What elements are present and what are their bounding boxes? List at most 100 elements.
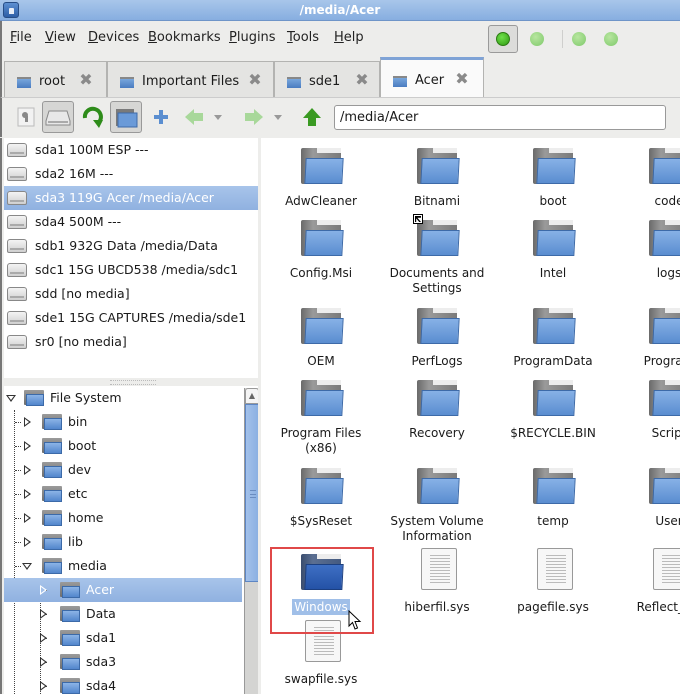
tree-item[interactable]: lib (4, 530, 242, 554)
forward-button[interactable] (238, 101, 270, 133)
file-item[interactable]: pagefile.sys (495, 544, 611, 624)
expand-arrow-icon[interactable] (24, 537, 31, 547)
device-item[interactable]: sda3 119G Acer /media/Acer (4, 186, 260, 210)
tree-item[interactable]: etc (4, 482, 242, 506)
tree-item[interactable]: sda3 (4, 650, 242, 674)
expand-arrow-icon[interactable] (40, 657, 47, 667)
device-item[interactable]: sdc1 15G UBCD538 /media/sdc1 (4, 258, 260, 282)
back-button[interactable] (178, 101, 210, 133)
expand-arrow-icon[interactable] (40, 585, 47, 595)
folder-item[interactable]: Config.Msi (263, 210, 379, 290)
expand-arrow-icon[interactable] (24, 465, 31, 475)
back-history-dropdown[interactable] (208, 101, 228, 133)
collapse-arrow-icon[interactable] (6, 395, 16, 402)
tree-item[interactable]: sda1 (4, 626, 242, 650)
tab-root[interactable]: root ✖ (4, 61, 107, 97)
tab-acer[interactable]: Acer ✖ (380, 57, 484, 97)
pane-splitter[interactable] (4, 378, 260, 386)
device-label: sde1 15G CAPTURES /media/sde1 (35, 310, 247, 325)
green-led-icon (496, 32, 510, 46)
device-item[interactable]: sda4 500M --- (4, 210, 260, 234)
device-item[interactable]: sda2 16M --- (4, 162, 260, 186)
folder-item[interactable]: $SysReset (263, 458, 379, 538)
folder-item[interactable]: Recovery (379, 370, 495, 450)
device-item[interactable]: sdb1 932G Data /media/Data (4, 234, 260, 258)
expand-arrow-icon[interactable] (40, 609, 47, 619)
folder-item[interactable]: code (611, 138, 680, 218)
settings-button[interactable] (10, 101, 42, 133)
folder-item[interactable]: temp (495, 458, 611, 538)
devices-toggle-button[interactable] (42, 101, 74, 133)
tree-item[interactable]: bin (4, 410, 242, 434)
folder-icon (120, 77, 134, 88)
device-item[interactable]: sdd [no media] (4, 282, 260, 306)
folder-item[interactable]: Program (611, 298, 680, 378)
up-button[interactable] (296, 101, 328, 133)
tree-item[interactable]: Acer (4, 578, 242, 602)
device-item[interactable]: sda1 100M ESP --- (4, 138, 260, 162)
collapse-arrow-icon[interactable] (22, 563, 32, 570)
menu-tools[interactable]: Tools (287, 30, 319, 45)
tab-sde1[interactable]: sde1 ✖ (274, 61, 380, 97)
tree-item[interactable]: Data (4, 602, 242, 626)
expand-arrow-icon[interactable] (24, 417, 31, 427)
folder-icon (417, 148, 460, 184)
folder-item[interactable]: ProgramData (495, 298, 611, 378)
folder-item[interactable]: PerfLogs (379, 298, 495, 378)
menu-plugins[interactable]: Plugins (229, 30, 276, 45)
device-item[interactable]: sde1 15G CAPTURES /media/sde1 (4, 306, 260, 330)
scroll-up-button[interactable]: ▲ (245, 388, 259, 404)
menu-devices[interactable]: Devices (88, 30, 139, 45)
folder-item[interactable]: logs (611, 210, 680, 290)
expand-arrow-icon[interactable] (40, 633, 47, 643)
device-item[interactable]: sr0 [no media] (4, 330, 260, 354)
new-tab-button[interactable] (145, 101, 177, 133)
expand-arrow-icon[interactable] (24, 513, 31, 523)
folder-item[interactable]: Intel (495, 210, 611, 290)
green-led-icon[interactable] (604, 32, 618, 46)
close-tab-icon[interactable]: ✖ (79, 72, 93, 88)
folder-item[interactable]: Bitnami (379, 138, 495, 218)
folder-item[interactable]: $RECYCLE.BIN (495, 370, 611, 450)
tree-item[interactable]: boot (4, 434, 242, 458)
tree-item[interactable]: dev (4, 458, 242, 482)
menu-file[interactable]: File (10, 30, 32, 45)
expand-arrow-icon[interactable] (40, 681, 47, 691)
tree-item[interactable]: File System (4, 386, 242, 410)
folder-view-button[interactable] (110, 101, 142, 133)
scrollbar-thumb[interactable] (245, 404, 259, 582)
tree-line (15, 566, 21, 567)
folder-item[interactable]: User (611, 458, 680, 538)
menu-help[interactable]: Help (334, 30, 364, 45)
folder-item[interactable]: Documents and Settings (379, 210, 495, 295)
address-bar[interactable]: /media/Acer (334, 105, 666, 130)
close-tab-icon[interactable]: ✖ (355, 72, 369, 88)
menu-view[interactable]: View (45, 30, 76, 45)
folder-item[interactable]: Program Files (x86) (263, 370, 379, 455)
item-label: ProgramData (495, 354, 611, 369)
folder-item[interactable]: Script (611, 370, 680, 450)
folder-item[interactable]: AdwCleaner (263, 138, 379, 218)
file-item[interactable]: Reflect_Ins (611, 544, 680, 624)
forward-history-dropdown[interactable] (268, 101, 288, 133)
tree-item[interactable]: home (4, 506, 242, 530)
green-led-icon[interactable] (530, 32, 544, 46)
expand-arrow-icon[interactable] (24, 489, 31, 499)
tree-item[interactable]: sda4 (4, 674, 242, 694)
file-item[interactable]: hiberfil.sys (379, 544, 495, 624)
item-name: hiberfil.sys (404, 600, 470, 614)
refresh-button[interactable] (77, 101, 109, 133)
app-icon[interactable] (3, 2, 19, 18)
folder-item[interactable]: OEM (263, 298, 379, 378)
folder-item[interactable]: System Volume Information (379, 458, 495, 543)
tree-item[interactable]: media (4, 554, 242, 578)
folder-item[interactable]: boot (495, 138, 611, 218)
close-tab-icon[interactable]: ✖ (248, 72, 262, 88)
item-name: ProgramData (513, 354, 593, 368)
menu-bookmarks[interactable]: Bookmarks (148, 30, 221, 45)
green-led-icon[interactable] (572, 32, 586, 46)
close-tab-icon[interactable]: ✖ (455, 71, 469, 87)
tab-important-files[interactable]: Important Files ✖ (107, 61, 274, 97)
expand-arrow-icon[interactable] (24, 441, 31, 451)
item-label: $SysReset (263, 514, 379, 529)
